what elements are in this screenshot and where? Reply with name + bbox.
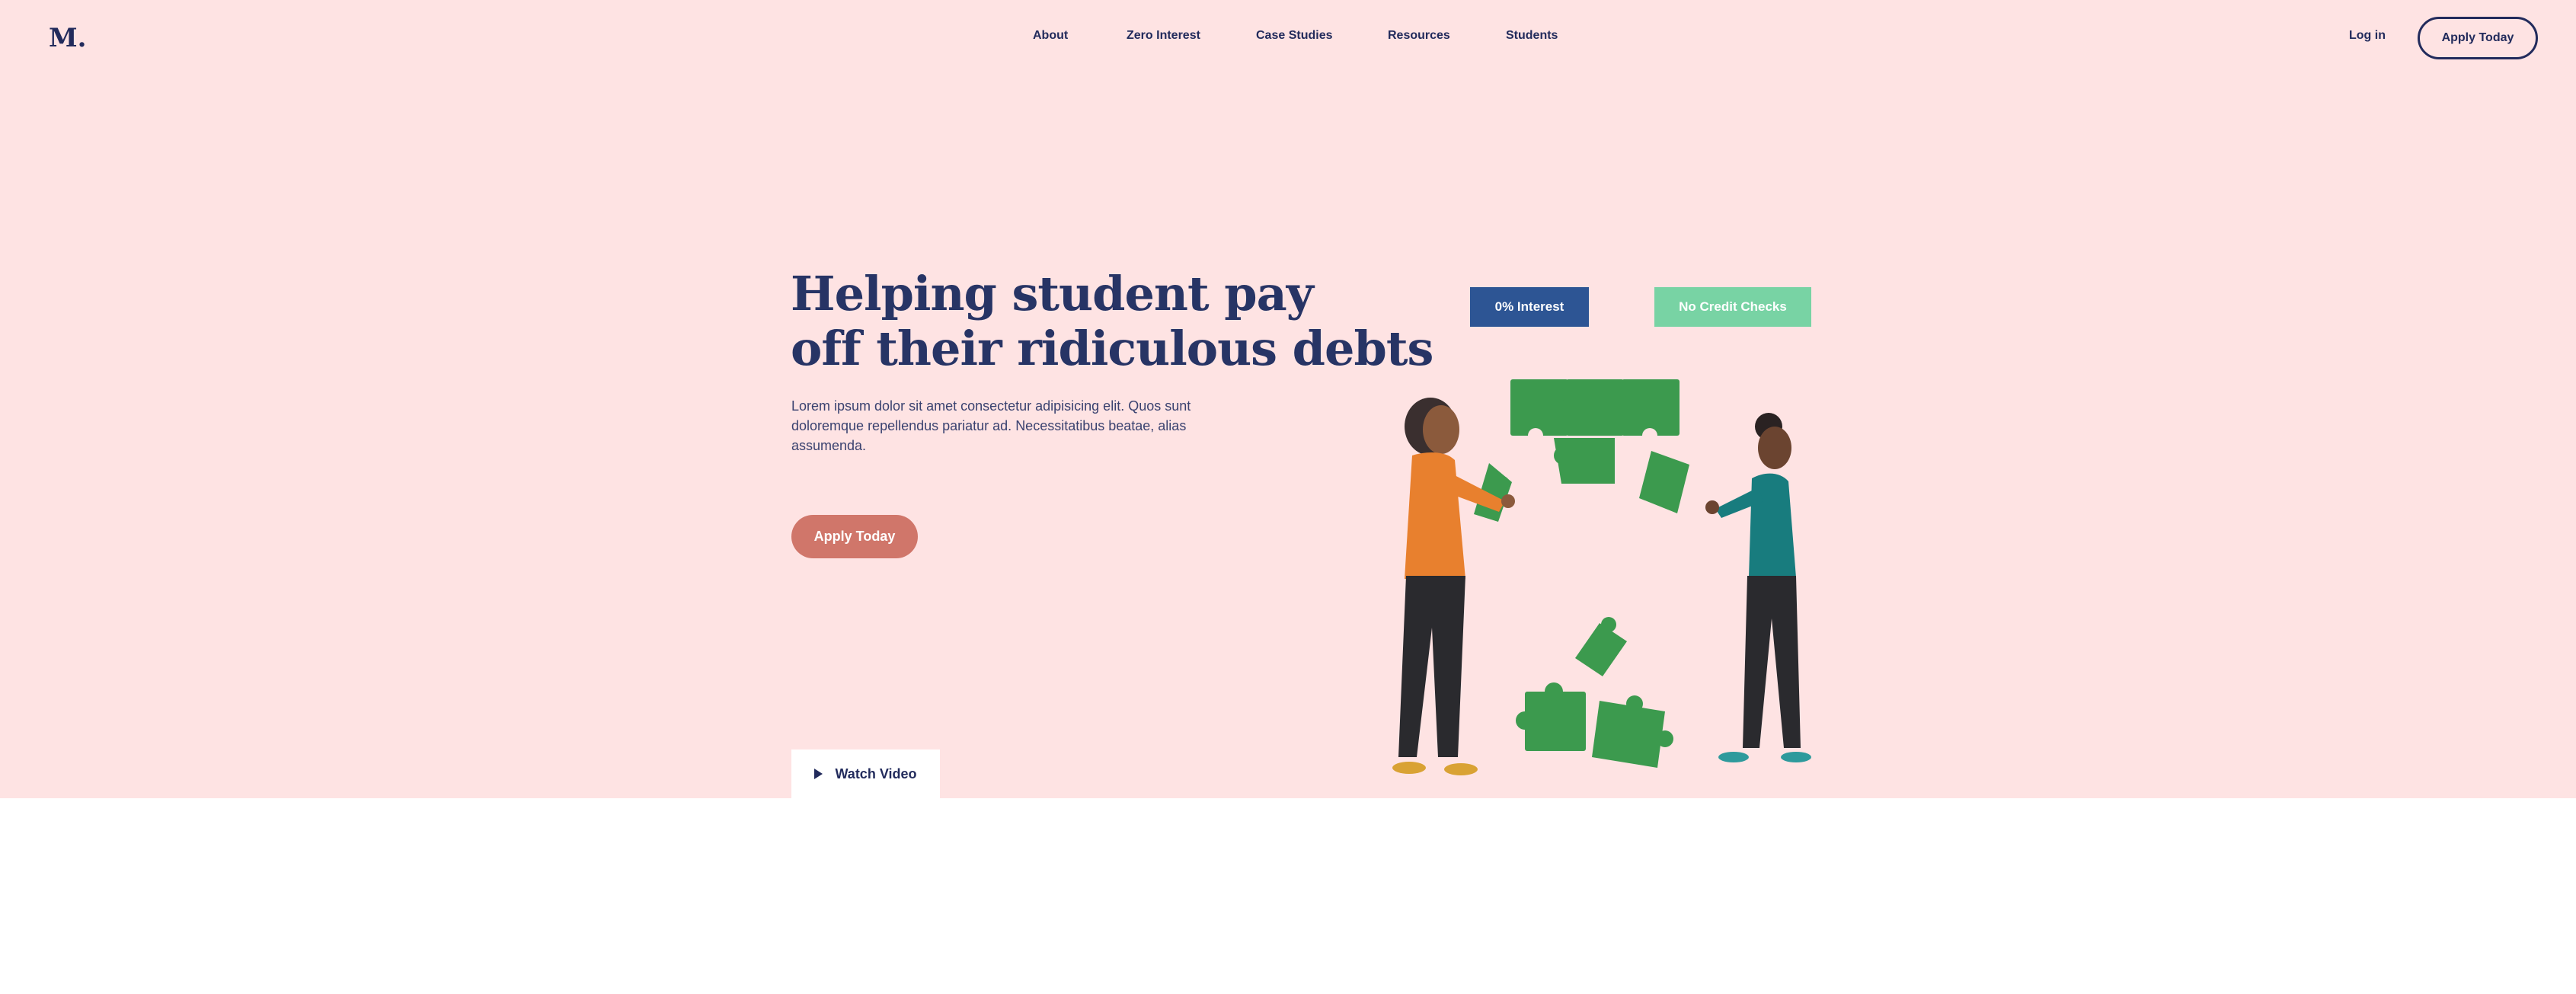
headline-line-2: off their ridiculous debts <box>791 321 1433 376</box>
headline-line-1: Helping student pay <box>791 266 1314 321</box>
hero-description: Lorem ipsum dolor sit amet consectetur a… <box>791 398 1191 453</box>
play-icon <box>814 769 823 779</box>
login-link[interactable]: Log in <box>2349 29 2386 43</box>
interest-badge: 0% Interest <box>1470 287 1589 327</box>
watch-video-button[interactable]: Watch Video <box>791 749 940 798</box>
nav-item-resources[interactable]: Resources <box>1388 29 1450 43</box>
nav-item-students[interactable]: Students <box>1506 29 1558 43</box>
nav-item-zero-interest[interactable]: Zero Interest <box>1127 29 1200 43</box>
watch-video-label: Watch Video <box>835 765 917 781</box>
person-right <box>1705 413 1811 762</box>
person-left <box>1392 398 1515 775</box>
nav-item-about[interactable]: About <box>1033 29 1068 43</box>
hero-section: M. About Zero Interest Case Studies Reso… <box>0 0 2576 798</box>
hero-apply-button[interactable]: Apply Today <box>791 515 918 558</box>
people-assembling-puzzle-illustration <box>1392 379 1811 775</box>
main-nav: About Zero Interest Case Studies Resourc… <box>0 29 2576 47</box>
no-credit-check-badge: No Credit Checks <box>1654 287 1811 327</box>
nav-item-case-studies[interactable]: Case Studies <box>1256 29 1332 43</box>
header-apply-button[interactable]: Apply Today <box>2418 17 2538 59</box>
hero-headline: Helping student pay off their ridiculous… <box>791 267 1433 376</box>
puzzle-pieces-bottom <box>1516 617 1673 768</box>
